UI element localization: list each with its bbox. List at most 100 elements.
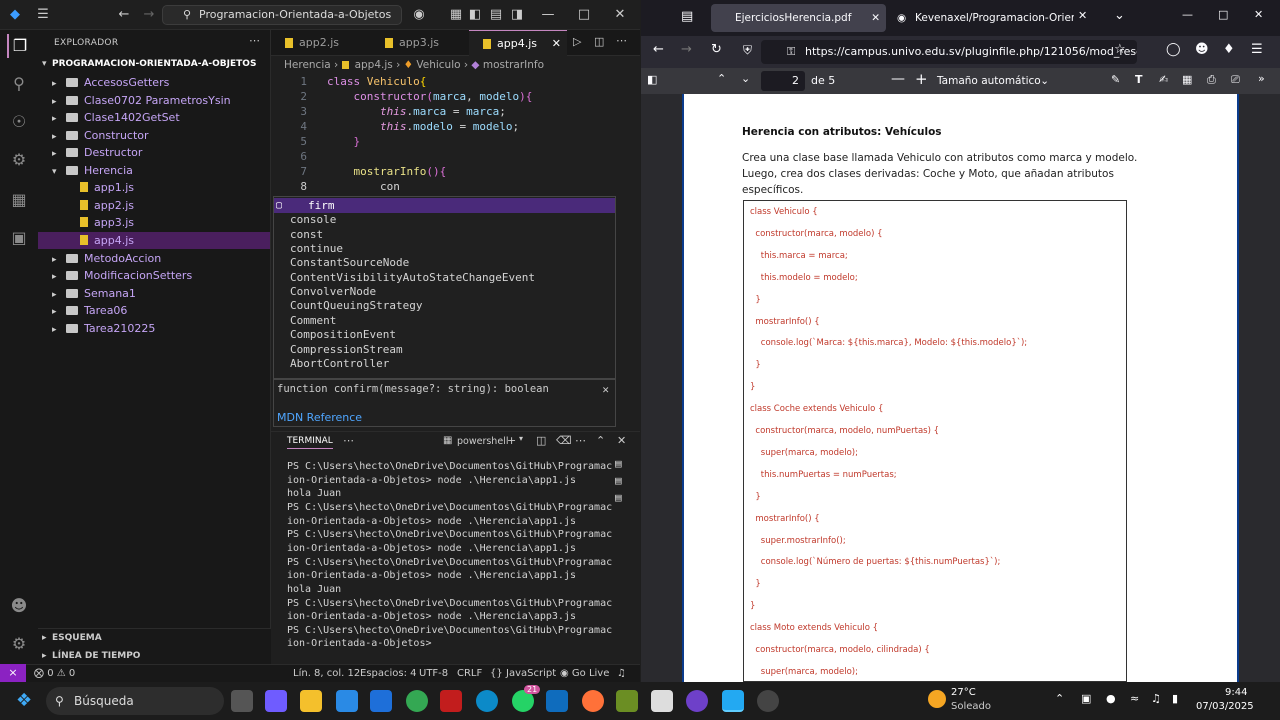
toggle-secondary-icon[interactable]: ◨ (508, 6, 526, 24)
breadcrumb-item[interactable]: Herencia (284, 59, 331, 71)
file-item[interactable]: app1.js (38, 179, 270, 197)
folder-item[interactable]: ▸ Clase1402GetSet (38, 109, 270, 127)
menu-icon[interactable]: ☰ (34, 6, 52, 24)
edge-icon[interactable] (476, 690, 498, 712)
terminal-instance-icon[interactable]: ▤ (615, 491, 622, 504)
line-ending[interactable]: CRLF (457, 665, 482, 682)
page-number-input[interactable]: 2 (761, 71, 805, 91)
folder-item[interactable]: ▸ Semana1 (38, 285, 270, 303)
suggestion-item[interactable]: ▢ firm (274, 198, 615, 214)
folder-item[interactable]: ▸ AccesosGetters (38, 74, 270, 92)
mysql-icon[interactable] (370, 690, 392, 712)
terminal-shell[interactable]: powershell (457, 436, 508, 447)
suggestion-item[interactable]: Comment (274, 313, 615, 328)
terminal[interactable]: PS C:\Users\hecto\OneDrive\Documentos\Gi… (271, 452, 640, 664)
tab-manager-icon[interactable]: ▤ (681, 9, 693, 24)
suggestion-item[interactable]: ContentVisibilityAutoStateChangeEvent (274, 270, 615, 285)
pocket-icon[interactable]: ◯ (1166, 42, 1181, 57)
outline-section[interactable]: ▸ ESQUEMA (42, 633, 102, 643)
folder-item[interactable]: ▸ MetodoAccion (38, 250, 270, 268)
suggestion-item[interactable]: const (274, 227, 615, 242)
store-icon[interactable] (336, 690, 358, 712)
run-icon[interactable]: ▷ (573, 35, 581, 48)
split-terminal-icon[interactable]: ◫ (536, 434, 546, 447)
problems-status[interactable]: ⨂ 0 ⚠ 0 (34, 665, 75, 682)
remote-explorer-icon[interactable]: ▣ (7, 226, 31, 250)
zoom-out-icon[interactable]: — (891, 71, 905, 87)
extensions-icon[interactable]: ♦ (1223, 42, 1235, 57)
suggestion-item[interactable]: ConvolverNode (274, 284, 615, 299)
text-tool-icon[interactable]: T (1135, 73, 1143, 86)
encoding[interactable]: UTF-8 (419, 665, 448, 682)
microphone-icon[interactable]: ● (1106, 692, 1116, 705)
toggle-sidebar-icon[interactable]: ◧ (466, 6, 484, 24)
zoom-select[interactable]: Tamaño automático ⌄ (931, 71, 1055, 91)
zoom-in-icon[interactable]: + (915, 70, 928, 88)
highlight-icon[interactable]: ✎ (1111, 73, 1120, 86)
folder-item[interactable]: ▸ Tarea06 (38, 302, 270, 320)
tray-chevron-icon[interactable]: ⌃ (1055, 692, 1064, 705)
close-details-icon[interactable]: ✕ (602, 383, 609, 396)
folder-item[interactable]: ▸ Destructor (38, 144, 270, 162)
layout-icon[interactable]: ▦ (447, 6, 465, 24)
next-page-icon[interactable]: ⌄ (741, 72, 750, 85)
language-mode[interactable]: JavaScript (506, 665, 556, 682)
tab-app3[interactable]: app3.js (371, 30, 469, 56)
breadcrumb-item[interactable]: Vehiculo (416, 59, 460, 71)
terminal-instance-icon[interactable]: ▤ (615, 474, 622, 487)
app-menu-icon[interactable]: ☰ (1251, 42, 1263, 57)
sidebar-toggle-icon[interactable]: ◧ (647, 73, 657, 86)
indentation[interactable]: Espacios: 4 (360, 665, 417, 682)
breadcrumb-item[interactable]: app4.js (355, 59, 393, 71)
tab-github[interactable]: ◉ Kevenaxel/Programacion-Orien (891, 4, 1074, 32)
github-desktop-icon[interactable] (686, 690, 708, 712)
url-bar[interactable]: ⚿ https://campus.univo.edu.sv/pluginfile… (761, 40, 1137, 64)
panel-options-icon[interactable]: ⋯ (575, 434, 586, 447)
source-control-icon[interactable]: ☉ (7, 110, 31, 134)
reload-icon[interactable]: ↻ (711, 42, 722, 57)
suggestion-item[interactable]: AbortController (274, 356, 615, 371)
close-tab-icon[interactable]: ✕ (871, 4, 880, 32)
back-icon[interactable]: ← (653, 42, 664, 57)
minimize-icon[interactable]: — (539, 6, 557, 24)
tab-app4[interactable]: app4.js ✕ (469, 30, 567, 56)
editor-more-icon[interactable]: ⋯ (616, 34, 627, 47)
outlook-icon[interactable] (546, 690, 568, 712)
print-icon[interactable]: ⎙ (1207, 73, 1216, 87)
firefox-icon[interactable] (582, 690, 604, 712)
folder-item[interactable]: ▸ Tarea210225 (38, 320, 270, 338)
command-center[interactable]: ⚲ Programacion-Orientada-a-Objetos (162, 5, 402, 25)
weather-desc[interactable]: Soleado (951, 701, 991, 712)
save-icon[interactable]: ⎚ (1231, 73, 1240, 87)
bookmark-star-icon[interactable]: ☆ (1114, 42, 1126, 57)
suggestion-item[interactable]: CompositionEvent (274, 327, 615, 342)
minecraft-icon[interactable] (616, 690, 638, 712)
file-item[interactable]: app3.js (38, 214, 270, 232)
suggestion-item[interactable]: console (274, 212, 615, 227)
debug-icon[interactable]: ⚙ (7, 148, 31, 172)
battery-icon[interactable]: ▮ (1172, 692, 1178, 705)
file-explorer-icon[interactable] (300, 690, 322, 712)
chrome-icon[interactable] (406, 690, 428, 712)
close-tab-icon[interactable]: ✕ (1078, 9, 1087, 22)
search-view-icon[interactable]: ⚲ (7, 72, 31, 96)
file-item[interactable]: app2.js (38, 197, 270, 215)
draw-icon[interactable]: ✍ (1159, 73, 1168, 86)
volume-icon[interactable]: ♫ (1151, 692, 1161, 705)
project-root[interactable]: ▾ PROGRAMACION-ORIENTADA-A-OBJETOS (38, 56, 270, 74)
toggle-panel-icon[interactable]: ▤ (487, 6, 505, 24)
panel-more-icon[interactable]: ⋯ (343, 434, 354, 447)
maximize-panel-icon[interactable]: ⌃ (596, 434, 605, 447)
copilot-icon[interactable] (265, 690, 287, 712)
remote-icon[interactable]: × (0, 664, 26, 682)
list-all-tabs-icon[interactable]: ⌄ (1114, 8, 1125, 23)
split-editor-icon[interactable]: ◫ (594, 35, 604, 48)
tray-app-icon[interactable]: ▣ (1081, 692, 1091, 705)
folder-item[interactable]: ▸ ModificacionSetters (38, 267, 270, 285)
terminal-instance-icon[interactable]: ▤ (615, 457, 622, 470)
maximize-icon[interactable]: □ (1218, 8, 1228, 21)
folder-item[interactable]: ▸ Clase0702 ParametrosYsin (38, 92, 270, 110)
trash-icon[interactable]: ⌫ (556, 434, 572, 447)
prev-page-icon[interactable]: ⌃ (717, 72, 726, 85)
windows-start-icon[interactable]: ❖ (16, 691, 36, 711)
